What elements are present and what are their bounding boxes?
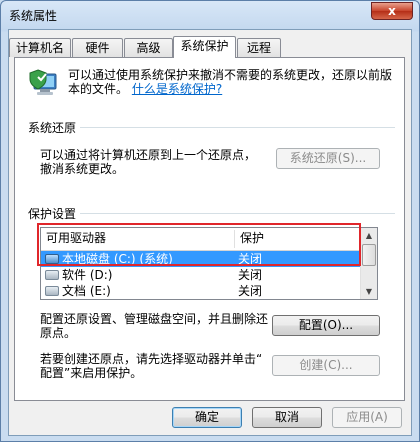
cancel-button[interactable]: 取消 bbox=[252, 407, 322, 428]
protection-group-separator bbox=[28, 213, 395, 214]
tab-advanced[interactable]: 高级 bbox=[124, 38, 173, 57]
drive-protection-status: 关闭 bbox=[238, 268, 263, 282]
configure-description-line-2: 原点。 bbox=[40, 326, 77, 340]
close-button[interactable]: x bbox=[371, 2, 413, 20]
scroll-up-arrow-icon[interactable]: ▲ bbox=[361, 228, 377, 243]
column-divider[interactable] bbox=[234, 230, 235, 248]
drive-row-e[interactable]: 文档 (E:) 关闭 bbox=[41, 283, 360, 299]
system-protection-icon bbox=[29, 69, 57, 95]
scroll-down-arrow-icon[interactable]: ▼ bbox=[361, 284, 377, 299]
configure-button[interactable]: 配置(O)... bbox=[272, 315, 380, 336]
drive-protection-status: 关闭 bbox=[238, 284, 263, 298]
drive-row-c[interactable]: 本地磁盘 (C:) (系统) 关闭 bbox=[41, 251, 360, 267]
apply-button[interactable]: 应用(A) bbox=[332, 407, 402, 428]
intro-line-2: 本的文件。 什么是系统保护? bbox=[68, 81, 222, 98]
drive-icon bbox=[45, 286, 59, 296]
tab-hardware[interactable]: 硬件 bbox=[72, 38, 123, 57]
drive-row-d[interactable]: 软件 (D:) 关闭 bbox=[41, 267, 360, 283]
tab-remote[interactable]: 远程 bbox=[237, 38, 281, 57]
drive-name: 本地磁盘 (C:) (系统) bbox=[62, 252, 173, 266]
tab-computer-name[interactable]: 计算机名 bbox=[9, 38, 71, 57]
drive-list-scrollbar[interactable]: ▲ ▼ bbox=[360, 228, 377, 299]
column-header-protection[interactable]: 保护 bbox=[240, 228, 264, 250]
window-title: 系统属性 bbox=[9, 9, 58, 23]
create-button[interactable]: 创建(C)... bbox=[272, 355, 380, 376]
drive-list[interactable]: 可用驱动器 保护 本地磁盘 (C:) (系统) 关闭 软件 (D:) 关闭 文档… bbox=[40, 227, 378, 300]
create-description-line-2: 配置”来启用保护。 bbox=[40, 366, 143, 380]
what-is-system-protection-link[interactable]: 什么是系统保护? bbox=[132, 82, 222, 96]
drive-icon bbox=[45, 270, 59, 280]
drive-list-header: 可用驱动器 保护 bbox=[41, 228, 360, 251]
system-restore-button[interactable]: 系统还原(S)... bbox=[276, 148, 380, 169]
close-icon: x bbox=[388, 4, 396, 18]
ok-button[interactable]: 确定 bbox=[172, 407, 242, 428]
restore-group-label: 系统还原 bbox=[28, 119, 81, 136]
title-bar[interactable]: 系统属性 x bbox=[1, 1, 419, 27]
tab-system-protection[interactable]: 系统保护 bbox=[173, 36, 236, 58]
intro-line-2-text: 本的文件。 bbox=[68, 82, 129, 96]
drive-protection-status: 关闭 bbox=[238, 252, 263, 266]
drive-name: 软件 (D:) bbox=[62, 268, 113, 282]
restore-group-separator bbox=[28, 127, 395, 128]
column-header-drive[interactable]: 可用驱动器 bbox=[46, 228, 106, 250]
protection-group-label: 保护设置 bbox=[28, 205, 81, 222]
scroll-thumb[interactable] bbox=[362, 244, 376, 266]
drive-name: 文档 (E:) bbox=[62, 284, 111, 298]
restore-description-line-2: 撤消系统更改。 bbox=[40, 162, 125, 176]
system-drive-icon bbox=[45, 254, 59, 264]
